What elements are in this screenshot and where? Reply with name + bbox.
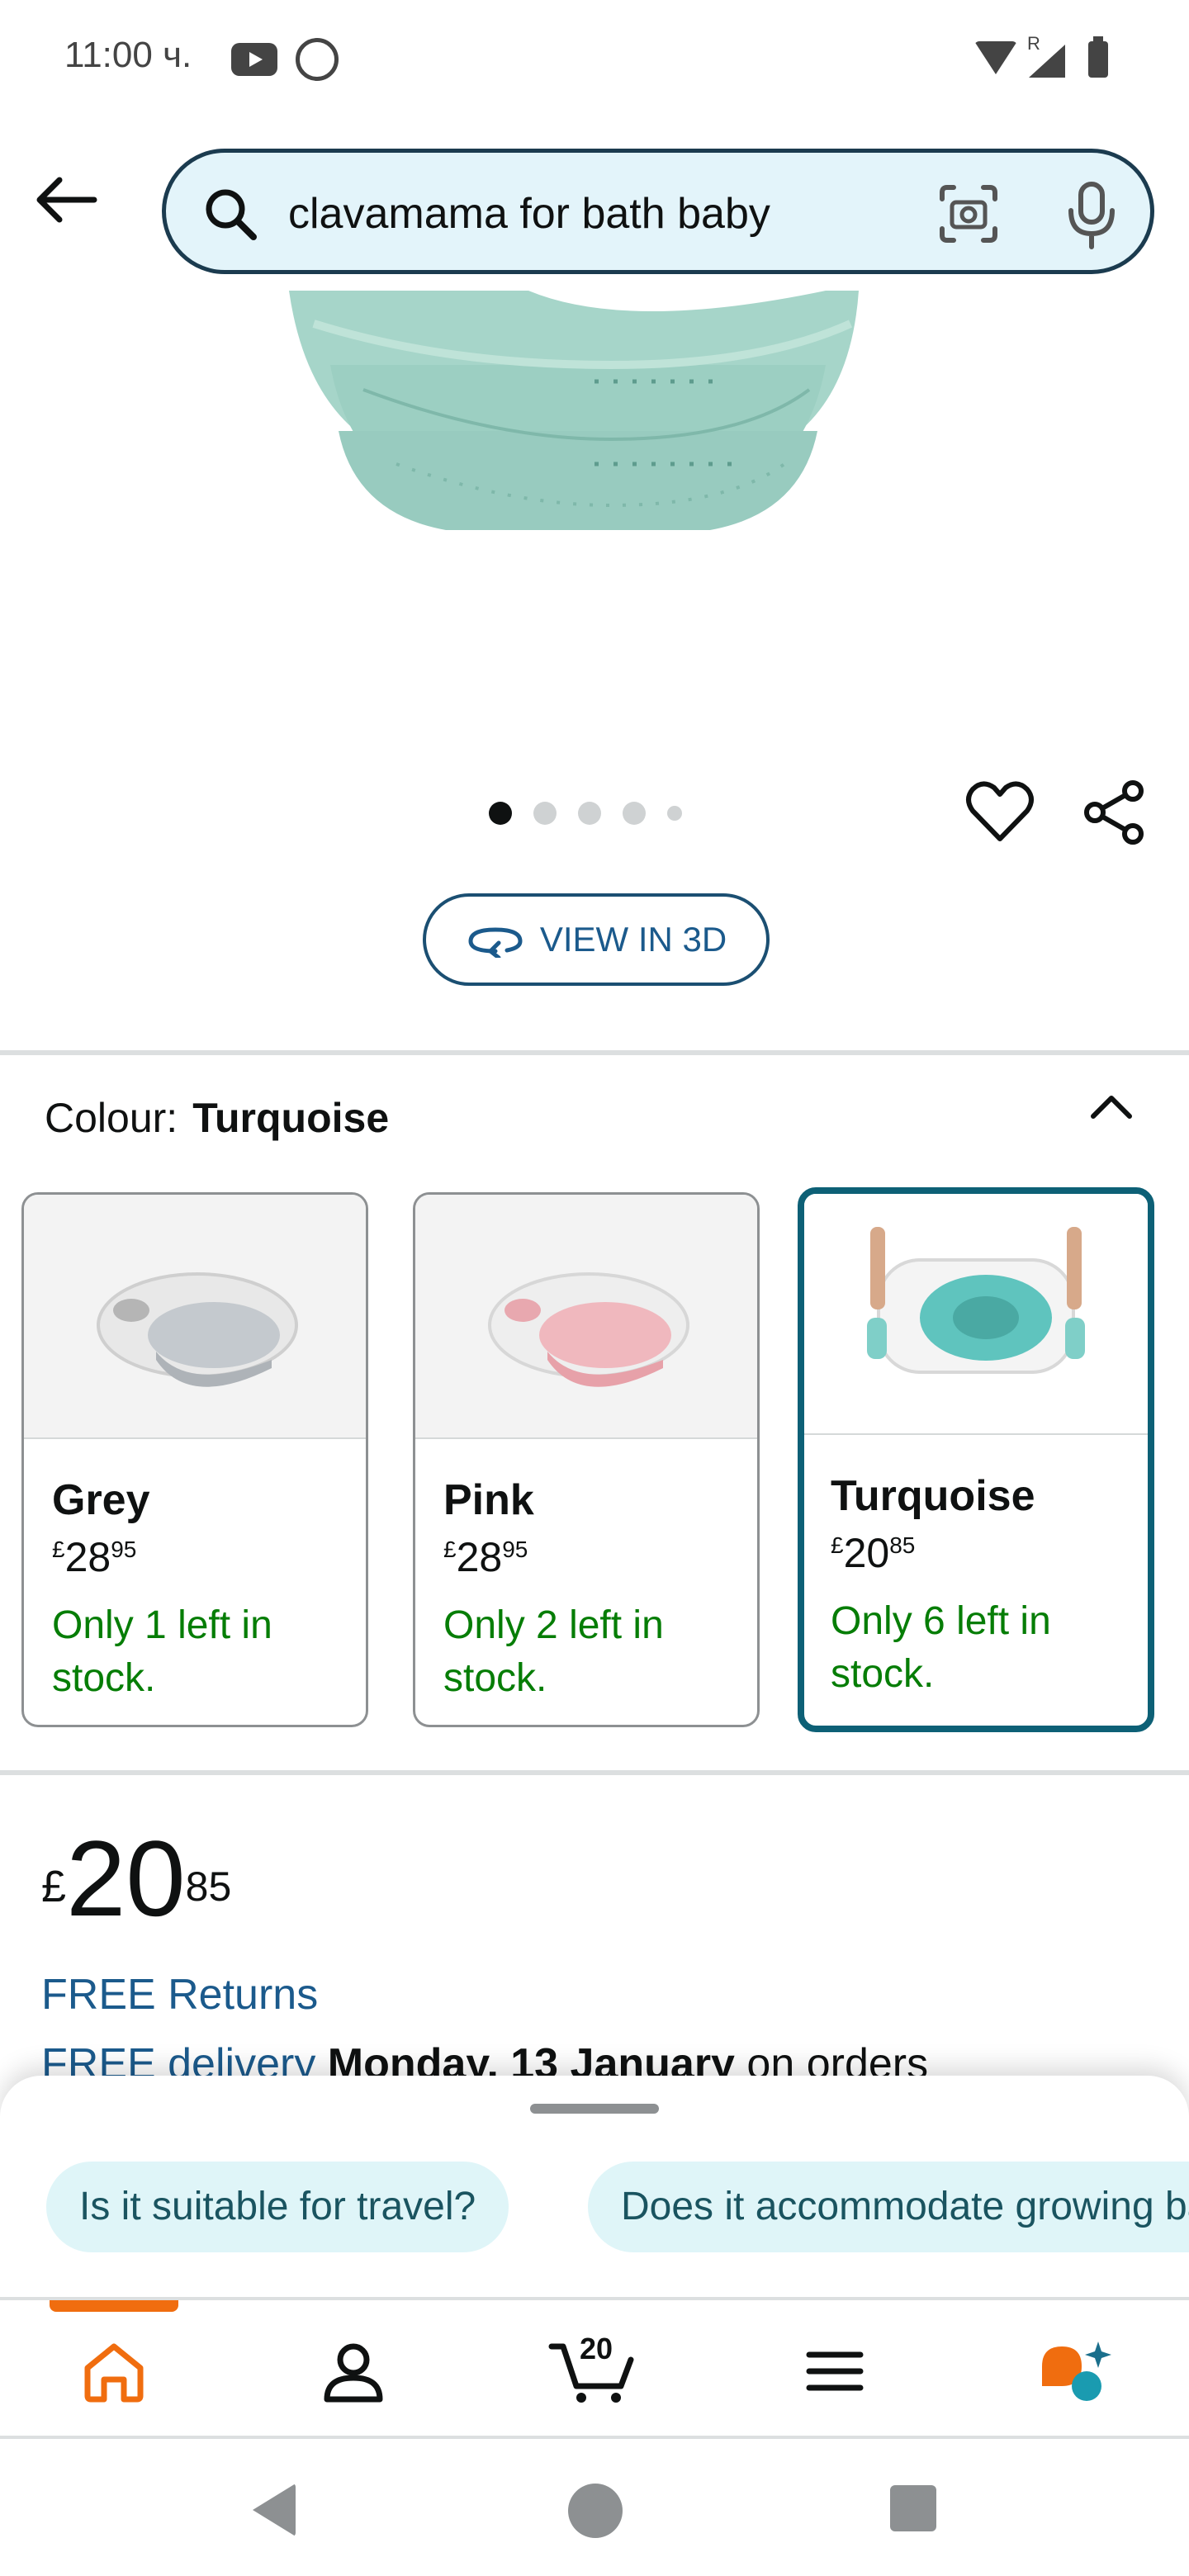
status-bar: 11:00 ч. R	[0, 0, 1189, 116]
carousel-dot[interactable]	[533, 802, 557, 825]
account-icon[interactable]	[320, 2338, 386, 2404]
battery-icon	[1088, 36, 1108, 78]
signal-icon	[1029, 45, 1065, 78]
menu-icon[interactable]	[806, 2338, 864, 2404]
swatch-image	[804, 1194, 1148, 1435]
swatch-stock-status: Only 6 left in stock.	[831, 1599, 1051, 1696]
colour-label: Colour:	[45, 1095, 178, 1141]
search-query: clavamama for bath baby	[288, 190, 770, 238]
rufus-assistant-icon[interactable]	[1037, 2338, 1111, 2404]
chevron-up-icon[interactable]	[1087, 1088, 1136, 1125]
swatch-stock-status: Only 2 left in stock.	[443, 1603, 664, 1700]
bathtub-thumbnail	[867, 1227, 1085, 1374]
swatch-price: £2085	[831, 1530, 916, 1576]
colour-swatch-turquoise[interactable]: Turquoise £2085 Only 6 left in stock.	[798, 1187, 1154, 1732]
system-back-icon[interactable]	[253, 2484, 296, 2536]
system-navigation-bar	[0, 2439, 1189, 2576]
bathtub-thumbnail	[488, 1272, 689, 1387]
section-divider	[0, 1050, 1189, 1055]
back-arrow-icon[interactable]	[33, 175, 99, 225]
swatch-name: Turquoise	[831, 1472, 1035, 1520]
microphone-icon[interactable]	[1063, 178, 1120, 252]
swatch-name: Grey	[52, 1476, 150, 1524]
bathtub-thumbnail	[97, 1272, 298, 1387]
free-returns-link[interactable]: FREE Returns	[41, 1970, 318, 2020]
swatch-price: £2895	[443, 1534, 528, 1580]
wifi-icon	[974, 41, 1017, 74]
cart-count-badge: 20	[580, 2332, 613, 2365]
viber-notification-icon	[296, 38, 339, 81]
product-price: £2085	[41, 1818, 232, 1939]
suggestions-sheet: Is it suitable for travel? Does it accom…	[0, 2076, 1189, 2302]
search-header: clavamama for bath baby	[0, 116, 1189, 291]
image-carousel-dots[interactable]	[489, 801, 682, 826]
carousel-dot[interactable]	[489, 802, 512, 825]
status-time: 11:00 ч.	[64, 35, 192, 75]
swatch-image	[415, 1195, 757, 1439]
product-image[interactable]	[0, 291, 1189, 753]
carousel-dot[interactable]	[578, 802, 601, 825]
share-icon[interactable]	[1082, 779, 1148, 845]
suggestion-chip[interactable]: Does it accommodate growing babies?	[588, 2162, 1189, 2252]
section-divider	[0, 1770, 1189, 1775]
view-in-3d-label: VIEW IN 3D	[539, 920, 727, 959]
colour-selected-value: Turquoise	[192, 1095, 390, 1141]
view-in-3d-button[interactable]: VIEW IN 3D	[423, 893, 770, 986]
colour-swatch-pink[interactable]: Pink £2895 Only 2 left in stock.	[413, 1192, 760, 1727]
swatch-image	[24, 1195, 366, 1439]
bathtub-product-image	[289, 291, 859, 530]
swatch-name: Pink	[443, 1476, 534, 1524]
swatch-stock-status: Only 1 left in stock.	[52, 1603, 272, 1700]
suggestion-chip[interactable]: Is it suitable for travel?	[46, 2162, 509, 2252]
colour-selector-header: Colour: Turquoise	[45, 1093, 389, 1143]
system-home-icon[interactable]	[568, 2484, 623, 2538]
wishlist-heart-icon[interactable]	[964, 779, 1035, 845]
carousel-dot[interactable]	[623, 802, 646, 825]
camera-search-icon[interactable]	[936, 181, 1002, 247]
home-icon[interactable]	[79, 2338, 149, 2404]
colour-swatch-grey[interactable]: Grey £2895 Only 1 left in stock.	[21, 1192, 368, 1727]
sheet-drag-handle[interactable]	[530, 2104, 659, 2114]
system-recents-icon[interactable]	[890, 2485, 936, 2531]
search-icon	[206, 189, 257, 240]
active-tab-indicator	[50, 2300, 178, 2312]
search-input[interactable]: clavamama for bath baby	[162, 149, 1154, 274]
rotate-3d-icon	[468, 927, 523, 958]
bottom-navigation: 20	[0, 2300, 1189, 2437]
carousel-dot[interactable]	[667, 806, 682, 821]
youtube-notification-icon	[231, 43, 277, 76]
swatch-price: £2895	[52, 1534, 137, 1580]
